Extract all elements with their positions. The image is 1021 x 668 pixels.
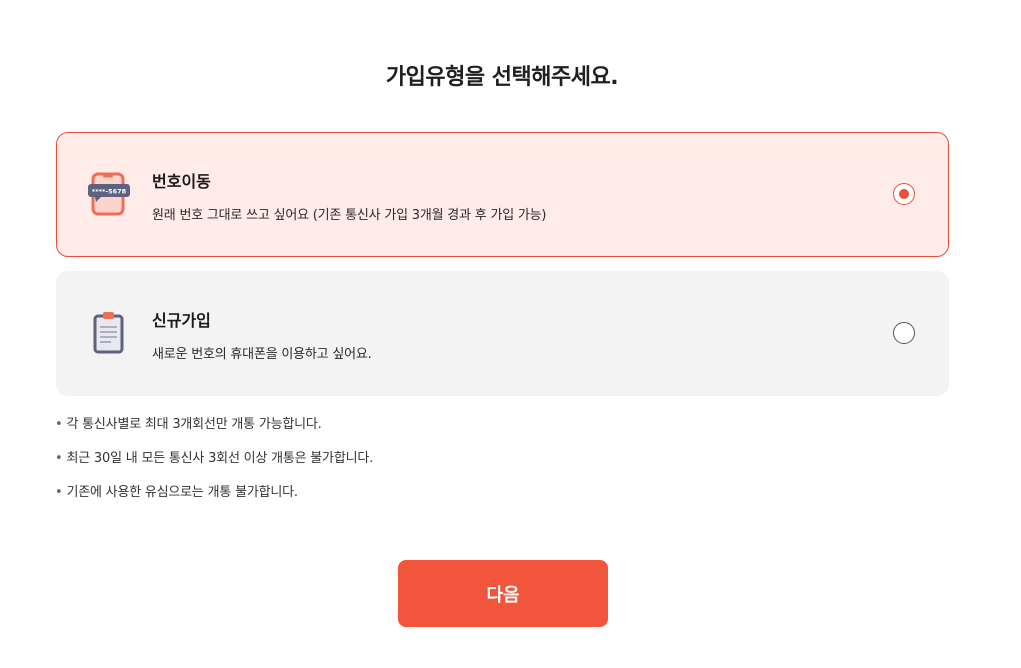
next-button[interactable]: 다음 [398, 560, 608, 627]
option-title: 번호이동 [152, 172, 211, 191]
radio-number-transfer[interactable] [893, 183, 915, 205]
page-title: 가입유형을 선택해주세요. [385, 64, 619, 90]
radio-new-signup[interactable] [893, 322, 915, 344]
phone-number-icon-text: ****-5678 [92, 188, 127, 196]
option-new-signup[interactable]: 신규가입 새로운 번호의 휴대폰을 이용하고 싶어요. [56, 271, 949, 396]
notice-item: • 최근 30일 내 모든 통신사 3회선 이상 개통은 불가합니다. [55, 451, 374, 466]
phone-number-icon: ****-5678 [87, 171, 133, 219]
notice-item: • 각 통신사별로 최대 3개회선만 개통 가능합니다. [55, 417, 322, 432]
option-title: 신규가입 [152, 311, 211, 330]
notice-list: • 각 통신사별로 최대 3개회선만 개통 가능합니다. • 최근 30일 내 모든… [55, 416, 373, 518]
option-description: 새로운 번호의 휴대폰을 이용하고 싶어요. [152, 347, 372, 362]
notice-item: • 기존에 사용한 유심으로는 개통 불가합니다. [55, 485, 298, 500]
option-number-transfer[interactable]: ****-5678 번호이동 원래 번호 그대로 쓰고 싶어요 (기존 통신사 … [56, 132, 949, 257]
clipboard-icon [87, 310, 133, 358]
option-description: 원래 번호 그대로 쓰고 싶어요 (기존 통신사 가입 3개월 경과 후 가입 … [152, 208, 547, 223]
